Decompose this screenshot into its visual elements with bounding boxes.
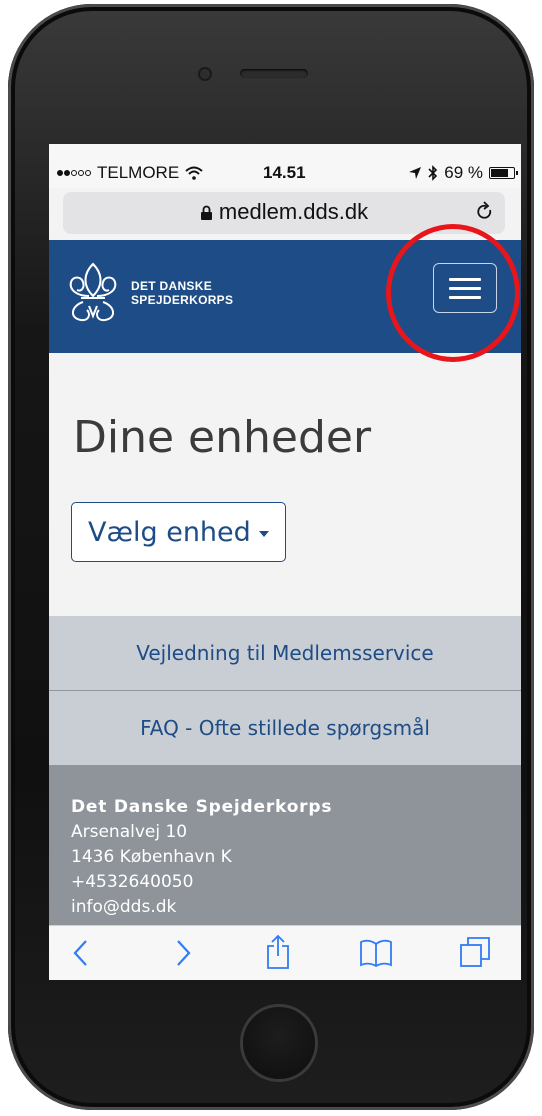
page-title: Dine enheder: [73, 412, 372, 463]
logo-text: DET DANSKE SPEJDERKORPS: [131, 279, 233, 307]
tabs-icon[interactable]: [459, 936, 491, 968]
select-unit-dropdown[interactable]: Vælg enhed: [71, 502, 286, 562]
bookmarks-icon[interactable]: [359, 938, 393, 968]
url-text: medlem.dds.dk: [218, 199, 369, 224]
browser-toolbar: [49, 925, 521, 980]
reload-icon[interactable]: [475, 201, 495, 223]
forward-icon[interactable]: [173, 938, 193, 968]
share-icon[interactable]: [265, 934, 291, 970]
home-button[interactable]: [240, 1004, 318, 1082]
logo-line-1: DET DANSKE: [131, 279, 213, 293]
caret-down-icon: [258, 531, 269, 537]
status-right: 69 %: [408, 163, 518, 183]
camera-icon: [198, 67, 212, 81]
phone-frame: TELMORE 14.51 69 % medlem.dds.dk DET DAN…: [8, 4, 534, 1110]
battery-percent: 69 %: [444, 163, 483, 182]
footer: Det Danske Spejderkorps Arsenalvej 10 14…: [49, 765, 521, 925]
footer-city: 1436 København K: [71, 847, 232, 867]
back-icon[interactable]: [71, 938, 91, 968]
status-left: TELMORE: [57, 163, 203, 183]
signal-strength-icon: [57, 170, 91, 176]
battery-icon: [489, 167, 518, 179]
phone-screen: TELMORE 14.51 69 % medlem.dds.dk DET DAN…: [49, 144, 521, 980]
select-unit-label: Vælg enhed: [88, 516, 251, 548]
footer-address: Arsenalvej 10: [71, 822, 188, 842]
faq-link[interactable]: FAQ - Ofte stillede spørgsmål: [49, 691, 521, 765]
guide-link[interactable]: Vejledning til Medlemsservice: [49, 616, 521, 691]
lock-icon: [200, 205, 212, 221]
bluetooth-icon: [428, 165, 438, 181]
red-highlight-circle: [386, 224, 520, 362]
location-arrow-icon: [409, 167, 422, 179]
scout-lily-icon: [69, 262, 117, 322]
logo[interactable]: DET DANSKE SPEJDERKORPS: [61, 260, 233, 326]
guide-link-label: Vejledning til Medlemsservice: [136, 641, 434, 665]
wifi-icon: [185, 166, 203, 180]
footer-email[interactable]: info@dds.dk: [71, 895, 521, 920]
carrier-name: TELMORE: [97, 163, 180, 182]
speaker-grille: [240, 69, 308, 78]
status-bar: TELMORE 14.51 69 %: [49, 144, 521, 188]
logo-line-2: SPEJDERKORPS: [131, 293, 234, 307]
faq-link-label: FAQ - Ofte stillede spørgsmål: [140, 716, 430, 740]
footer-org: Det Danske Spejderkorps: [71, 797, 333, 817]
status-time: 14.51: [263, 163, 306, 182]
footer-phone[interactable]: +4532640050: [71, 870, 521, 895]
